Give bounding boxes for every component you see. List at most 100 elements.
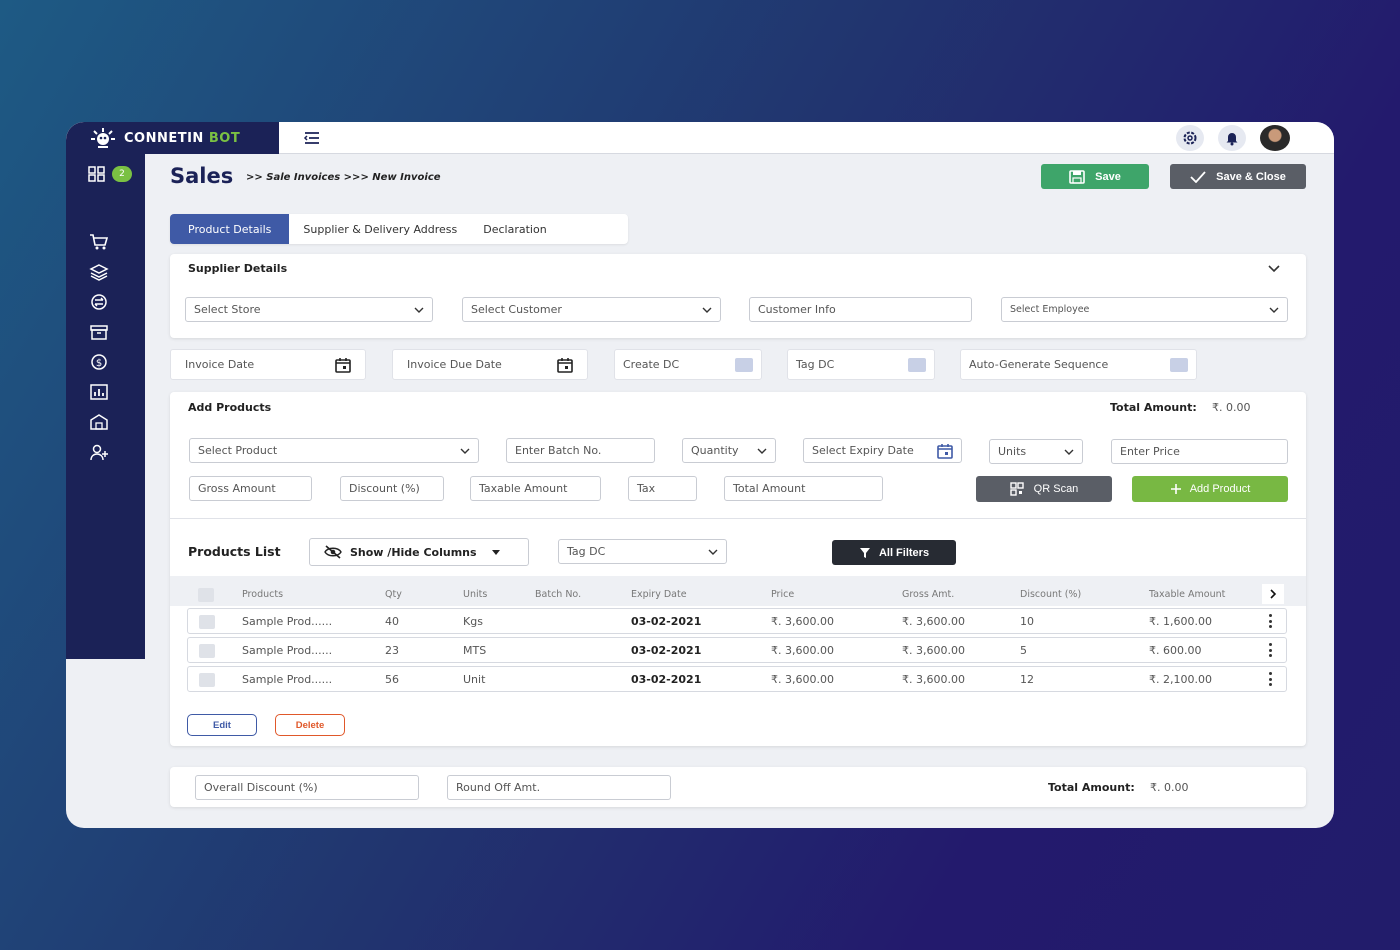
show-hide-columns-button[interactable]: Show /Hide Columns (309, 538, 529, 566)
cell-qty: 56 (385, 673, 399, 686)
tab-declaration[interactable]: Declaration (471, 214, 560, 244)
cell-expiry: 03-02-2021 (631, 644, 702, 657)
notification-bell-icon[interactable] (1218, 125, 1246, 151)
auto-sequence-checkbox[interactable] (1170, 357, 1188, 372)
sidebar-item-cart[interactable] (88, 232, 110, 252)
cell-gross: ₹. 3,600.00 (902, 644, 965, 657)
add-product-button[interactable]: Add Product (1132, 476, 1288, 502)
cell-discount: 10 (1020, 615, 1034, 628)
sidebar-item-payments[interactable]: $ (88, 352, 110, 372)
tag-dc-field[interactable]: Tag DC (787, 349, 935, 380)
sidebar-item-layers[interactable] (88, 262, 110, 282)
tag-dc-filter-select[interactable]: Tag DC (558, 539, 727, 564)
tab-supplier-delivery[interactable]: Supplier & Delivery Address (289, 214, 471, 244)
qr-code-icon (1009, 482, 1024, 496)
cell-taxable: ₹. 1,600.00 (1149, 615, 1212, 628)
quantity-select-text: Quantity (691, 444, 739, 457)
gross-amount-input[interactable]: Gross Amount (189, 476, 312, 501)
round-off-input[interactable]: Round Off Amt. (447, 775, 671, 800)
footer-total-label: Total Amount: (1048, 781, 1135, 794)
sidebar-item-archive[interactable] (88, 322, 110, 342)
page-title: Sales (170, 164, 234, 188)
all-filters-button[interactable]: All Filters (832, 540, 956, 565)
row-checkbox[interactable] (199, 673, 215, 687)
tab-bar: Product Details Supplier & Delivery Addr… (170, 214, 628, 244)
product-select[interactable]: Select Product (189, 438, 479, 463)
taxable-amount-input[interactable]: Taxable Amount (470, 476, 601, 501)
settings-icon[interactable] (1176, 125, 1204, 151)
column-header-discount: Discount (%) (1020, 589, 1082, 600)
sidebar-item-add-user[interactable] (88, 442, 110, 462)
auto-sequence-field[interactable]: Auto-Generate Sequence (960, 349, 1197, 380)
caret-down-icon (491, 550, 500, 555)
supplier-details-card (170, 254, 1306, 338)
collapse-chevron-icon[interactable] (1267, 264, 1281, 274)
sidebar-item-dashboard[interactable]: 2 (88, 166, 132, 182)
cell-product: Sample Prod...... (242, 673, 333, 686)
discount-input[interactable]: Discount (%) (340, 476, 444, 501)
calendar-icon[interactable] (557, 357, 573, 373)
create-dc-checkbox[interactable] (735, 357, 753, 372)
employee-select[interactable]: Select Employee (1001, 297, 1288, 322)
select-all-checkbox[interactable] (198, 588, 214, 602)
cell-gross: ₹. 3,600.00 (902, 673, 965, 686)
sidebar-item-warehouse[interactable] (88, 412, 110, 432)
expiry-date-field[interactable]: Select Expiry Date (803, 438, 962, 463)
customer-select[interactable]: Select Customer (462, 297, 721, 322)
save-close-button[interactable]: Save & Close (1170, 164, 1306, 189)
price-input[interactable]: Enter Price (1111, 439, 1288, 464)
sidebar-item-reports[interactable] (88, 382, 110, 402)
qr-scan-button[interactable]: QR Scan (976, 476, 1112, 502)
invoice-date-field[interactable]: Invoice Date (170, 349, 366, 380)
delete-button[interactable]: Delete (275, 714, 345, 736)
sidebar-item-exchange[interactable] (88, 292, 110, 312)
total-amount-input[interactable]: Total Amount (724, 476, 883, 501)
calendar-icon[interactable] (335, 357, 351, 373)
user-avatar[interactable] (1260, 125, 1290, 151)
customer-info-field[interactable]: Customer Info (749, 297, 972, 322)
chevron-down-icon (1269, 307, 1279, 313)
archive-icon (90, 325, 108, 340)
tax-input[interactable]: Tax (628, 476, 697, 501)
plus-icon (1170, 484, 1181, 494)
tag-dc-checkbox[interactable] (908, 357, 926, 372)
customer-info-text: Customer Info (758, 303, 836, 316)
cell-units: Unit (463, 673, 486, 686)
batch-input[interactable]: Enter Batch No. (506, 438, 655, 463)
save-button[interactable]: Save (1041, 164, 1149, 189)
row-checkbox[interactable] (199, 615, 215, 629)
row-more-icon[interactable] (1268, 614, 1272, 628)
column-header-products: Products (242, 589, 284, 600)
floppy-disk-icon (1069, 169, 1085, 184)
menu-toggle-icon[interactable] (302, 128, 322, 148)
row-more-icon[interactable] (1268, 672, 1272, 686)
row-checkbox[interactable] (199, 644, 215, 658)
cell-qty: 23 (385, 644, 399, 657)
table-row[interactable]: Sample Prod...... 56 Unit 03-02-2021 ₹. … (187, 666, 1287, 692)
calendar-icon[interactable] (937, 443, 953, 459)
add-products-total-value: ₹. 0.00 (1212, 401, 1251, 414)
brand-name: CONNETIN BOT (124, 130, 241, 146)
taxable-amount-text: Taxable Amount (479, 482, 568, 495)
tab-product-details[interactable]: Product Details (170, 214, 290, 244)
invoice-due-date-field[interactable]: Invoice Due Date (392, 349, 588, 380)
quantity-select[interactable]: Quantity (682, 438, 776, 463)
tag-dc-filter-text: Tag DC (567, 545, 606, 558)
auto-sequence-text: Auto-Generate Sequence (969, 358, 1109, 371)
total-amount-text: Total Amount (733, 482, 806, 495)
scroll-right-button[interactable] (1262, 584, 1284, 604)
row-more-icon[interactable] (1268, 643, 1272, 657)
store-select[interactable]: Select Store (185, 297, 433, 322)
table-row[interactable]: Sample Prod...... 40 Kgs 03-02-2021 ₹. 3… (187, 608, 1287, 634)
price-input-text: Enter Price (1120, 445, 1180, 458)
units-select[interactable]: Units (989, 439, 1083, 464)
cell-price: ₹. 3,600.00 (771, 673, 834, 686)
edit-button[interactable]: Edit (187, 714, 257, 736)
customer-select-text: Select Customer (471, 303, 562, 316)
table-row[interactable]: Sample Prod...... 23 MTS 03-02-2021 ₹. 3… (187, 637, 1287, 663)
overall-discount-input[interactable]: Overall Discount (%) (195, 775, 419, 800)
cell-units: MTS (463, 644, 487, 657)
show-hide-columns-label: Show /Hide Columns (350, 545, 477, 559)
create-dc-field[interactable]: Create DC (614, 349, 762, 380)
column-header-gross: Gross Amt. (902, 589, 955, 600)
